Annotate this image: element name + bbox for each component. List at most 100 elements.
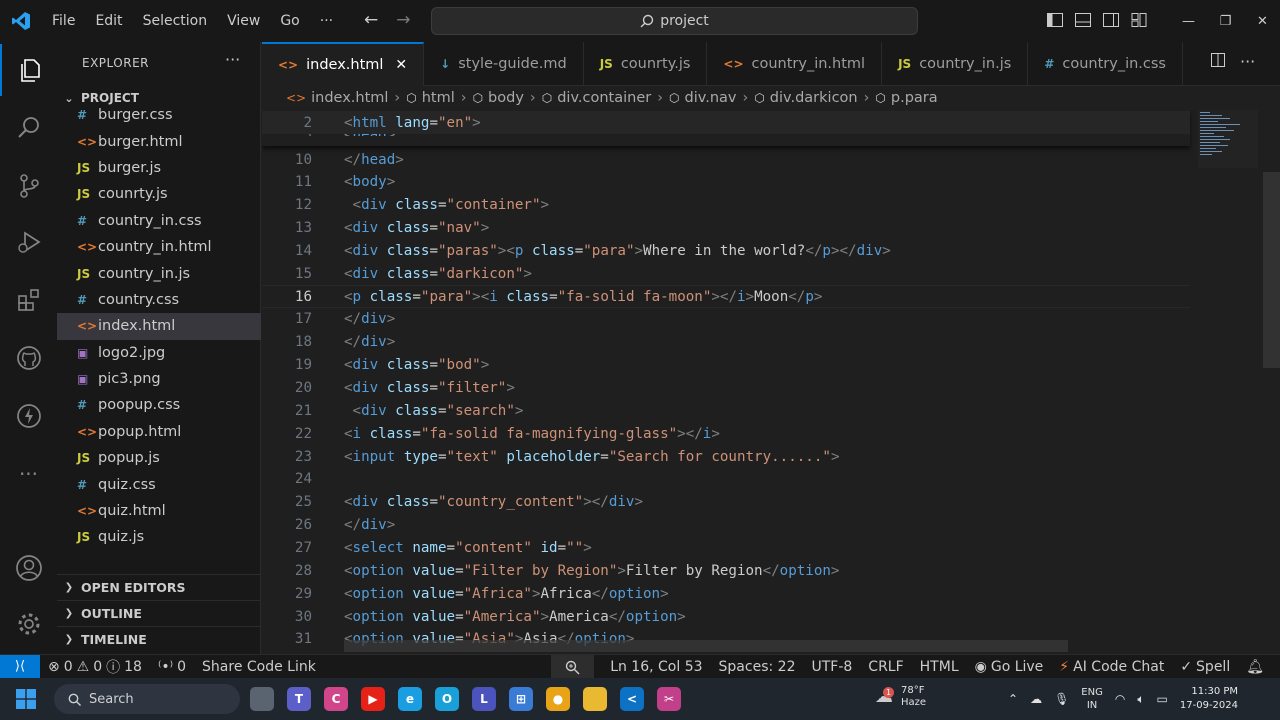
file-item[interactable]: <> burger.html — [57, 128, 261, 154]
code-line[interactable]: 19 <div class="bod"> — [262, 354, 1190, 377]
github-icon[interactable] — [0, 332, 57, 384]
minimize-icon[interactable]: — — [1170, 0, 1207, 42]
code-line[interactable]: 28 <option value="Filter by Region">Filte… — [262, 559, 1190, 582]
more-views-icon[interactable]: ··· — [0, 448, 57, 500]
ai-code-chat-button[interactable]: ⚡ AI Code Chat — [1051, 659, 1172, 675]
tab-index-html[interactable]: <> index.html ✕ — [262, 42, 425, 86]
language-indicator[interactable]: ENG IN — [1081, 686, 1103, 712]
file-explorer-app[interactable] — [250, 687, 274, 711]
breadcrumb-item[interactable]: ⬡ div.container — [542, 90, 652, 106]
horizontal-scrollbar[interactable] — [344, 640, 1068, 652]
code-line[interactable]: 10 </head> — [262, 148, 1190, 171]
teams-app[interactable]: T — [287, 687, 311, 711]
code-line[interactable]: 29 <option value="Africa">Africa</option> — [262, 582, 1190, 605]
edge-app[interactable]: e — [398, 687, 422, 711]
code-line[interactable]: 26 </div> — [262, 514, 1190, 537]
code-line[interactable]: 23 <input type="text" placeholder="Search… — [262, 445, 1190, 468]
toggle-panel-icon[interactable] — [1074, 11, 1092, 29]
accounts-icon[interactable] — [0, 542, 57, 594]
vertical-scrollbar[interactable] — [1263, 172, 1280, 368]
file-item[interactable]: <> country_in.html — [57, 234, 261, 260]
menu-edit[interactable]: Edit — [85, 13, 132, 29]
clock[interactable]: 11:30 PM 17-09-2024 — [1180, 685, 1238, 713]
file-item[interactable]: JS quiz.js — [57, 524, 261, 550]
file-item[interactable]: JS counrty.js — [57, 181, 261, 207]
code-line[interactable]: 11 <body> — [262, 171, 1190, 194]
chrome-app[interactable]: ● — [546, 687, 570, 711]
back-arrow-icon[interactable]: ← — [364, 10, 378, 30]
breadcrumb-item[interactable]: ⬡ p.para — [875, 90, 937, 106]
vscode-app[interactable]: < — [620, 687, 644, 711]
copilot-app[interactable]: C — [324, 687, 348, 711]
windows-start-icon[interactable] — [0, 689, 52, 709]
volume-icon[interactable]: 🔈︎ — [1137, 692, 1144, 707]
file-item[interactable]: # burger.css — [57, 102, 261, 128]
code-line[interactable]: 27 <select name="content" id=""> — [262, 536, 1190, 559]
explorer-icon[interactable] — [0, 44, 57, 96]
open-editors-section[interactable]: ❯ OPEN EDITORS — [57, 574, 261, 600]
chevron-up-icon[interactable]: ⌃ — [1008, 692, 1018, 706]
minimap[interactable] — [1198, 110, 1258, 170]
live-server-icon[interactable] — [0, 390, 57, 442]
breadcrumb-item[interactable]: ⬡ div.darkicon — [754, 90, 857, 106]
sticky-scroll[interactable]: 2 <html lang="en"> 3 <head> — [262, 110, 1190, 146]
code-line[interactable]: 12 <div class="container"> — [262, 194, 1190, 217]
file-item[interactable]: JS country_in.js — [57, 260, 261, 286]
snip-app[interactable]: ✂ — [657, 687, 681, 711]
code-line[interactable]: 18 </div> — [262, 331, 1190, 354]
extensions-icon[interactable] — [0, 274, 57, 326]
file-item[interactable]: <> index.html — [57, 313, 261, 340]
cortana-app[interactable]: O — [435, 687, 459, 711]
outline-section[interactable]: ❯ OUTLINE — [57, 600, 261, 626]
customize-layout-icon[interactable] — [1130, 11, 1148, 29]
spell-button[interactable]: ✓ Spell — [1172, 659, 1238, 675]
code-editor[interactable]: 2 <html lang="en"> 3 <head> 10 </head> 11 <bod… — [262, 110, 1280, 654]
file-item[interactable]: # country.css — [57, 287, 261, 313]
breadcrumb-item[interactable]: ⬡ body — [473, 90, 524, 106]
code-line[interactable]: 22 <i class="fa-solid fa-magnifying-glass… — [262, 422, 1190, 445]
explorer-more-button[interactable]: ··· — [225, 50, 240, 69]
encoding-indicator[interactable]: UTF-8 — [803, 659, 860, 675]
teams-classic-app[interactable]: L — [472, 687, 496, 711]
timeline-section[interactable]: ❯ TIMELINE — [57, 626, 261, 652]
breadcrumb-item[interactable]: ⬡ div.nav — [669, 90, 736, 106]
menu-go[interactable]: Go — [270, 13, 309, 29]
close-icon[interactable]: ✕ — [395, 57, 407, 73]
onedrive-icon[interactable]: ☁ — [1030, 692, 1042, 706]
file-item[interactable]: <> quiz.html — [57, 498, 261, 524]
language-mode[interactable]: HTML — [912, 659, 967, 675]
file-item[interactable]: <> popup.html — [57, 419, 261, 445]
run-debug-icon[interactable] — [0, 216, 57, 268]
file-item[interactable]: JS popup.js — [57, 445, 261, 471]
tab-country-in-css[interactable]: # country_in.css — [1028, 42, 1183, 86]
breadcrumb-item[interactable]: <> index.html — [286, 90, 388, 106]
code-line[interactable]: 17 </div> — [262, 308, 1190, 331]
code-line[interactable]: 20 <div class="filter"> — [262, 377, 1190, 400]
file-item[interactable]: ▣ pic3.png — [57, 366, 261, 392]
file-item[interactable]: JS burger.js — [57, 155, 261, 181]
close-window-icon[interactable]: ✕ — [1244, 0, 1280, 42]
menu-more-button[interactable]: ··· — [310, 13, 343, 29]
file-item[interactable]: # country_in.css — [57, 208, 261, 234]
youtube-app[interactable]: ▶ — [361, 687, 385, 711]
file-item[interactable]: # poopup.css — [57, 392, 261, 418]
menu-file[interactable]: File — [42, 13, 85, 29]
tab-style-guide-md[interactable]: ↓ style-guide.md — [424, 42, 584, 86]
menu-view[interactable]: View — [217, 13, 270, 29]
code-line[interactable]: 13 <div class="nav"> — [262, 217, 1190, 240]
code-line[interactable]: 30 <option value="America">America</optio… — [262, 605, 1190, 628]
problems-indicator[interactable]: ⊗ 0 ⚠ 0 ⓘ 18 — [40, 657, 150, 677]
search-icon[interactable] — [0, 102, 57, 154]
code-line[interactable]: 16 <p class="para"><i class="fa-solid fa-… — [262, 285, 1190, 309]
tab-country-in-html[interactable]: <> country_in.html — [707, 42, 883, 86]
microphone-icon[interactable]: 🎙︎ — [1054, 692, 1069, 706]
code-line[interactable]: 2 <html lang="en"> — [262, 111, 1190, 134]
share-code-link-button[interactable]: Share Code Link — [194, 659, 324, 675]
zoom-indicator[interactable] — [551, 655, 595, 679]
indentation-indicator[interactable]: Spaces: 22 — [711, 659, 804, 675]
editor-more-icon[interactable]: ··· — [1240, 52, 1255, 72]
go-live-button[interactable]: ◉ Go Live — [967, 659, 1052, 675]
file-item[interactable]: # quiz.css — [57, 471, 261, 497]
taskbar-search-box[interactable]: Search — [54, 684, 240, 714]
menu-selection[interactable]: Selection — [133, 13, 218, 29]
